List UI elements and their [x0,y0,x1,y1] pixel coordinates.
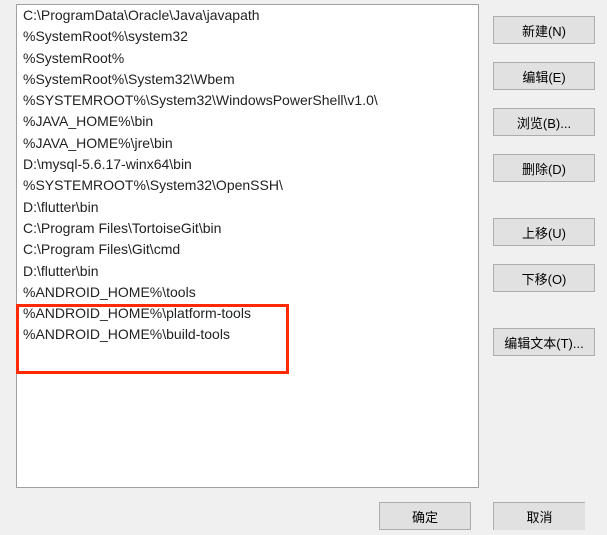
cancel-button[interactable]: 取消 [493,502,585,530]
edit-text-button[interactable]: 编辑文本(T)... [493,328,595,356]
browse-button[interactable]: 浏览(B)... [493,108,595,136]
new-button[interactable]: 新建(N) [493,16,595,44]
list-item[interactable]: %SYSTEMROOT%\System32\OpenSSH\ [17,175,478,196]
list-item[interactable]: %SystemRoot% [17,48,478,69]
list-item[interactable]: D:\flutter\bin [17,261,478,282]
list-item[interactable]: %SYSTEMROOT%\System32\WindowsPowerShell\… [17,90,478,111]
list-item[interactable]: %SystemRoot%\system32 [17,26,478,47]
ok-button[interactable]: 确定 [379,502,471,530]
list-item[interactable]: %JAVA_HOME%\jre\bin [17,133,478,154]
list-item[interactable]: %ANDROID_HOME%\build-tools [17,324,478,345]
edit-button[interactable]: 编辑(E) [493,62,595,90]
list-item[interactable]: D:\mysql-5.6.17-winx64\bin [17,154,478,175]
side-buttons: 新建(N) 编辑(E) 浏览(B)... 删除(D) 上移(U) 下移(O) 编… [493,0,595,490]
list-item[interactable]: C:\ProgramData\Oracle\Java\javapath [17,5,478,26]
move-up-button[interactable]: 上移(U) [493,218,595,246]
list-item[interactable]: %ANDROID_HOME%\tools [17,282,478,303]
list-item[interactable]: %SystemRoot%\System32\Wbem [17,69,478,90]
delete-button[interactable]: 删除(D) [493,154,595,182]
move-down-button[interactable]: 下移(O) [493,264,595,292]
list-item[interactable]: D:\flutter\bin [17,197,478,218]
list-item[interactable]: %JAVA_HOME%\bin [17,111,478,132]
path-listbox[interactable]: C:\ProgramData\Oracle\Java\javapath%Syst… [16,4,479,488]
list-item[interactable]: C:\Program Files\Git\cmd [17,239,478,260]
dialog-footer: 确定 取消 [379,494,607,535]
list-item[interactable]: %ANDROID_HOME%\platform-tools [17,303,478,324]
list-item[interactable]: C:\Program Files\TortoiseGit\bin [17,218,478,239]
